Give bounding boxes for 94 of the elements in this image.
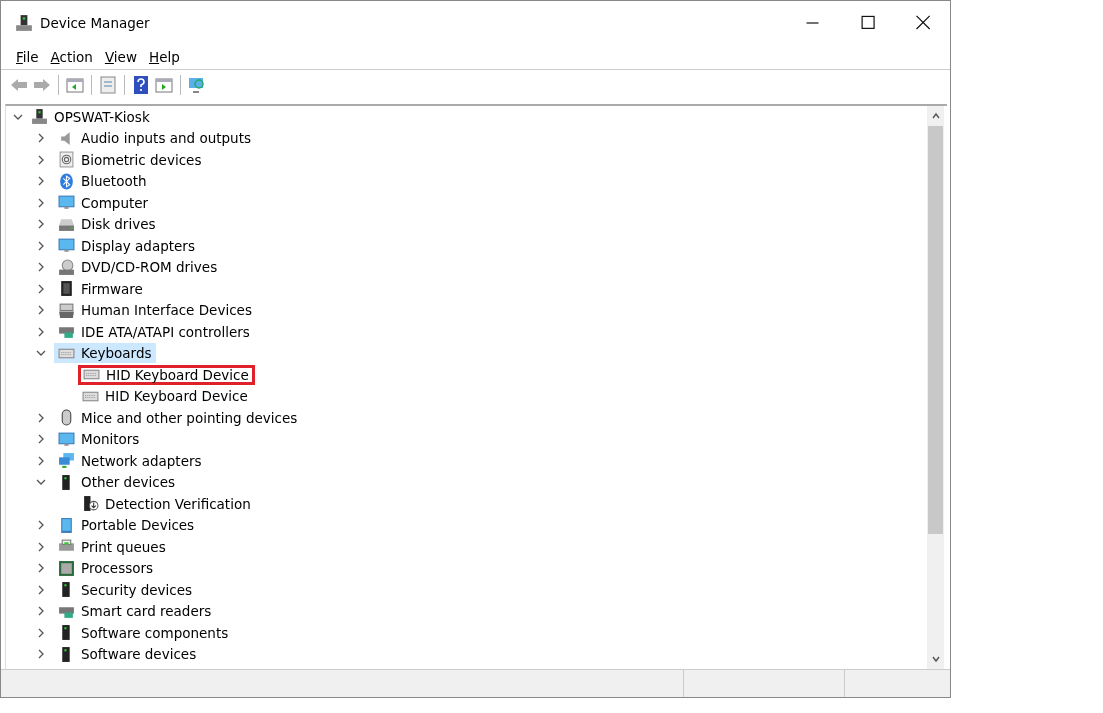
network-icon [58, 452, 75, 470]
chevron-right-icon[interactable] [36, 412, 46, 423]
tree-label: Portable Devices [81, 517, 195, 534]
chevron-right-icon[interactable] [36, 541, 46, 552]
tree-label: Disk drives [81, 216, 156, 233]
tree-item[interactable]: Processors [54, 558, 158, 579]
tree-label: Human Interface Devices [81, 302, 252, 319]
tree-item[interactable]: Firmware [54, 278, 147, 299]
chevron-right-icon[interactable] [36, 627, 46, 638]
tree-label: Detection Verification [105, 495, 251, 512]
tree-item[interactable]: Other devices [54, 472, 179, 493]
chevron-right-icon[interactable] [36, 305, 46, 316]
tree-label: Processors [81, 560, 154, 577]
chevron-right-icon[interactable] [36, 520, 46, 531]
tree-label: IDE ATA/ATAPI controllers [81, 323, 250, 340]
chevron-right-icon[interactable] [36, 326, 46, 337]
tree-label: Firmware [81, 280, 143, 297]
tree-label: Biometric devices [81, 151, 202, 168]
menu-item[interactable]: Help [143, 49, 185, 65]
chevron-right-icon[interactable] [36, 283, 46, 294]
vertical-scrollbar[interactable] [927, 106, 944, 669]
tree-label: Software devices [81, 646, 197, 663]
menu-item[interactable]: Action [45, 49, 98, 65]
scrollbar-thumb[interactable] [928, 126, 943, 534]
tree-item[interactable]: Software devices [54, 644, 201, 665]
scroll-up-icon[interactable] [930, 111, 941, 121]
tree-label: Display adapters [81, 237, 195, 254]
tree-label: Mice and other pointing devices [81, 409, 298, 426]
tree-label: Print queues [81, 538, 166, 555]
tree-label: Bluetooth [81, 173, 147, 190]
tree-item[interactable]: DVD/CD-ROM drives [54, 257, 222, 278]
tree-item[interactable]: Security devices [54, 579, 197, 600]
chevron-right-icon[interactable] [36, 563, 46, 574]
computer-tower-icon [31, 108, 48, 126]
tree-item[interactable]: OPSWAT-Kiosk [54, 108, 150, 125]
chevron-right-icon[interactable] [36, 154, 46, 165]
tree-item[interactable]: Network adapters [54, 450, 206, 471]
tree-item[interactable]: Software components [54, 622, 233, 643]
help-icon[interactable] [131, 75, 151, 95]
tree-item[interactable]: Print queues [54, 536, 170, 557]
tree-item[interactable]: Display adapters [54, 235, 199, 256]
tree-label: DVD/CD-ROM drives [81, 259, 218, 276]
console-tree-icon[interactable] [65, 75, 85, 95]
tree-item[interactable]: Bluetooth [54, 171, 151, 192]
tree-label: Network adapters [81, 452, 202, 469]
chevron-right-icon[interactable] [36, 649, 46, 660]
monitor-icon [58, 430, 75, 448]
tree-item[interactable]: Mice and other pointing devices [54, 407, 302, 428]
chevron-right-icon[interactable] [36, 606, 46, 617]
tree-item[interactable]: Monitors [54, 429, 144, 450]
tree-label: Audio inputs and outputs [81, 130, 251, 147]
monitor-search-icon[interactable] [187, 75, 207, 95]
tree-item[interactable]: Portable Devices [54, 515, 199, 536]
tree-item[interactable]: Keyboards [54, 343, 156, 364]
monitor-icon [58, 194, 75, 212]
chevron-right-icon[interactable] [36, 455, 46, 466]
bluetooth-icon [58, 172, 75, 190]
tree-label: Security devices [81, 581, 193, 598]
chevron-right-icon[interactable] [36, 434, 46, 445]
tree-label: Computer [81, 194, 149, 211]
chip-icon [58, 280, 75, 298]
tree-item[interactable]: HID Keyboard Device [78, 386, 252, 407]
chevron-right-icon[interactable] [36, 240, 46, 251]
disc-drive-icon [58, 258, 75, 276]
chevron-right-icon[interactable] [36, 219, 46, 230]
scroll-down-icon[interactable] [930, 654, 941, 664]
chevron-right-icon[interactable] [36, 197, 46, 208]
processor-icon [58, 559, 75, 577]
tree-item[interactable]: HID Keyboard Device [78, 364, 255, 385]
tree-item[interactable]: Biometric devices [54, 149, 206, 170]
tablet-icon [58, 516, 75, 534]
menu-item[interactable]: View [99, 49, 142, 65]
tree-label: Monitors [81, 431, 140, 448]
tree-label: Keyboards [81, 345, 152, 362]
menu-item[interactable]: File [11, 49, 44, 65]
chevron-right-icon[interactable] [36, 262, 46, 273]
fingerprint-icon [58, 151, 75, 169]
tree-item[interactable]: Computer [54, 192, 153, 213]
tree-item[interactable]: Smart card readers [54, 601, 216, 622]
window-title: Device Manager [40, 15, 150, 31]
tree-label: Other devices [81, 474, 175, 491]
tree-item[interactable]: IDE ATA/ATAPI controllers [54, 321, 254, 342]
tree-item[interactable]: Human Interface Devices [54, 300, 256, 321]
tree-item[interactable]: Detection Verification [78, 493, 255, 514]
chevron-right-icon[interactable] [36, 176, 46, 187]
chevron-right-icon[interactable] [36, 584, 46, 595]
tree-label: HID Keyboard Device [106, 366, 249, 383]
tree-label: HID Keyboard Device [105, 388, 248, 405]
tree-label: Software components [81, 624, 229, 641]
tree-label: Smart card readers [81, 603, 212, 620]
tree-item[interactable]: Disk drives [54, 214, 160, 235]
chevron-right-icon[interactable] [36, 133, 46, 144]
tree-item[interactable]: Audio inputs and outputs [54, 128, 255, 149]
computer-tower-icon [15, 14, 33, 32]
